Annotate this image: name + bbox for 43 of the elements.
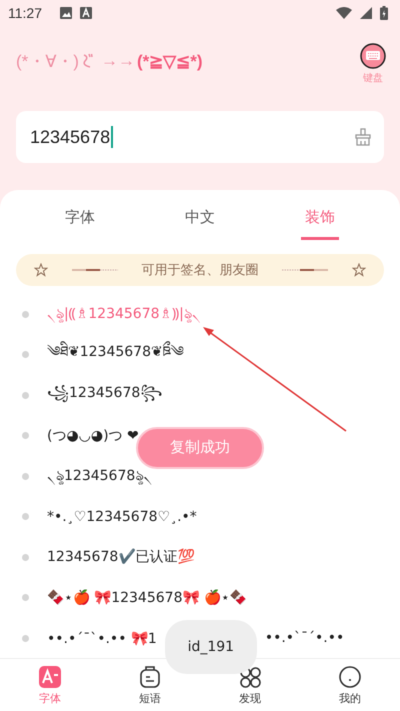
decorated-text[interactable]: (つ◕◡◕)つ ❤ [47, 426, 139, 445]
wifi-icon [336, 7, 352, 20]
bullet-dot [22, 472, 29, 480]
broom-icon [354, 128, 372, 146]
bullet-dot [22, 554, 29, 561]
smile-icon [338, 664, 362, 689]
bullet-dot [22, 392, 29, 399]
font-icon [80, 7, 92, 20]
bullet-dot [22, 594, 29, 602]
decorated-text[interactable]: ༄ཐི❦12345678❦ཋྀ༄ [47, 334, 184, 375]
image-icon [60, 7, 72, 20]
note-icon [138, 664, 162, 689]
arrows-text: →→ [100, 51, 135, 72]
status-time: 11:27 [8, 5, 42, 22]
decorated-text[interactable]: *•.¸♡12345678♡¸.•* [47, 508, 197, 525]
keyboard-icon [360, 43, 386, 70]
squiggle-icon [80, 53, 93, 70]
divider-ornament-icon [72, 266, 118, 273]
kaomoji-text: (*・∀・) [16, 50, 79, 73]
tab[interactable]: 中文 [181, 204, 219, 240]
kaomoji-text: (*≧▽≦*) [136, 50, 203, 72]
decorated-text[interactable]: ••.•`¯´•.•• [264, 630, 344, 646]
tab[interactable]: 字体 [61, 204, 99, 240]
grid-icon [238, 664, 262, 689]
bullet-dot [22, 513, 29, 520]
battery-icon [380, 6, 388, 20]
decorated-text[interactable]: ••.•´¯`•.•• 🎀1 [47, 630, 157, 647]
text-input-field[interactable]: 12345678 [16, 111, 384, 163]
bullet-dot [22, 634, 29, 642]
bullet-dot [22, 310, 29, 318]
star-icon [352, 262, 366, 277]
id-toast: id_191 [164, 620, 257, 674]
banner-text: 可用于签名、朋友圈 [142, 262, 258, 279]
nav-tab[interactable]: 我的 [315, 662, 385, 708]
decorated-text[interactable]: 12345678✔已认证💯 [47, 548, 194, 566]
star-icon [34, 262, 48, 277]
decorated-text[interactable]: ꧁12345678꧂ [47, 380, 162, 410]
decorated-text[interactable]: 🍫⋆🍎 🎀12345678🎀 🍎⋆🍫 [47, 589, 247, 606]
bullet-dot [22, 351, 29, 358]
divider-ornament-icon [282, 266, 328, 273]
bullet-dot [22, 432, 29, 440]
font-icon [38, 664, 62, 689]
signal-icon [360, 7, 372, 20]
